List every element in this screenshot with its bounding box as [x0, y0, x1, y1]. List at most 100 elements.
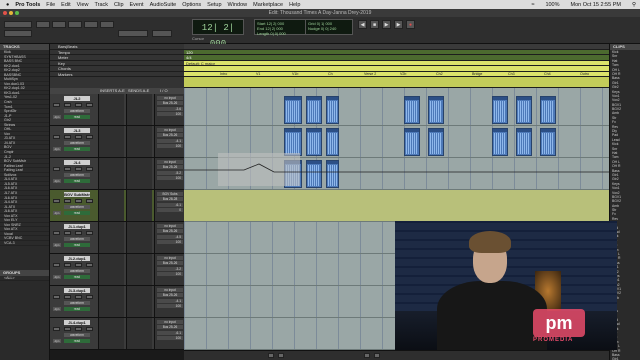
- dyn-button[interactable]: dyn: [53, 115, 61, 119]
- track-header[interactable]: BGV SubMstr waveform dyn read BGV Subs B…: [50, 190, 184, 222]
- audio-clip[interactable]: [326, 96, 339, 124]
- record-arm-button[interactable]: [53, 135, 60, 139]
- pan-value[interactable]: 100: [157, 112, 183, 116]
- selection-counter[interactable]: Start 12| 2| 000 End 12| 2| 000 Length 0…: [254, 19, 309, 36]
- dyn-button[interactable]: dyn: [53, 307, 61, 311]
- scroll-right-button[interactable]: [374, 353, 380, 358]
- input-selector[interactable]: no input: [157, 320, 183, 324]
- zoom-tool[interactable]: [36, 21, 50, 28]
- track-view-menu[interactable]: waveform: [64, 237, 90, 241]
- audio-clip[interactable]: [306, 96, 322, 124]
- inserts-column[interactable]: [98, 126, 124, 157]
- volume-value[interactable]: -5.2: [157, 171, 183, 175]
- input-selector[interactable]: no input: [157, 96, 183, 100]
- inserts-column[interactable]: [98, 222, 124, 253]
- audio-clip[interactable]: [540, 96, 556, 124]
- sends-column[interactable]: [126, 190, 152, 221]
- track-name[interactable]: JL4.dup1: [64, 320, 90, 325]
- audio-clip[interactable]: [516, 96, 532, 124]
- automation-mode[interactable]: read: [64, 307, 90, 311]
- track-header[interactable]: JL1.dup1 waveform dyn read no input Bus …: [50, 222, 184, 254]
- mute-button[interactable]: [75, 295, 82, 299]
- marker-label[interactable]: Ch2: [436, 72, 443, 76]
- search-icon[interactable]: ⚲: [632, 2, 636, 8]
- automation-mode[interactable]: read: [64, 211, 90, 215]
- input-selector[interactable]: BGV Subs: [157, 192, 183, 196]
- pencil-tool[interactable]: [100, 21, 114, 28]
- menu-view[interactable]: View: [77, 2, 89, 8]
- menu-window[interactable]: Window: [228, 2, 248, 8]
- inserts-column[interactable]: [98, 158, 124, 189]
- fast-forward-button[interactable]: ▶: [394, 20, 403, 29]
- track-header[interactable]: JL3.dup1 waveform dyn read no input Bus …: [50, 286, 184, 318]
- menu-track[interactable]: Track: [94, 2, 108, 8]
- marker-label[interactable]: Verse 2: [364, 72, 376, 76]
- track-view-selector[interactable]: [86, 295, 93, 299]
- pan-value[interactable]: 100: [157, 144, 183, 148]
- record-arm-button[interactable]: [53, 103, 60, 107]
- ruler-label-markers[interactable]: Markers: [50, 72, 184, 77]
- output-selector[interactable]: Bus 28-28: [157, 197, 183, 201]
- output-selector[interactable]: Bus 25-26: [157, 261, 183, 265]
- track-name[interactable]: JL2: [64, 96, 90, 101]
- volume-value[interactable]: -3.6: [157, 107, 183, 111]
- output-selector[interactable]: Bus 25-26: [157, 293, 183, 297]
- link-button[interactable]: [152, 30, 172, 37]
- volume-value[interactable]: -4.1: [157, 139, 183, 143]
- inserts-column[interactable]: [98, 286, 124, 317]
- minimize-window-button[interactable]: [9, 11, 13, 15]
- track-timeline-header[interactable]: [184, 77, 609, 88]
- record-arm-button[interactable]: [53, 231, 60, 235]
- inserts-column[interactable]: [98, 94, 124, 125]
- dyn-button[interactable]: dyn: [53, 243, 61, 247]
- pan-value[interactable]: 100: [157, 336, 183, 340]
- volume-value[interactable]: -6.1: [157, 331, 183, 335]
- menu-event[interactable]: Event: [130, 2, 144, 8]
- marker-label[interactable]: V1b: [292, 72, 298, 76]
- marker-label[interactable]: V1: [256, 72, 260, 76]
- track-view-menu[interactable]: waveform: [64, 109, 90, 113]
- group-item-all[interactable]: <ALL>: [0, 276, 49, 281]
- track-name[interactable]: JL3: [64, 128, 90, 133]
- inserts-column[interactable]: [98, 190, 124, 221]
- volume-value[interactable]: -4.1: [157, 299, 183, 303]
- record-arm-button[interactable]: [53, 263, 60, 267]
- main-counter[interactable]: 12| 2| 000: [192, 19, 244, 49]
- sends-column[interactable]: [126, 286, 152, 317]
- mute-button[interactable]: [75, 263, 82, 267]
- battery-level[interactable]: 100%: [545, 2, 559, 8]
- track-name[interactable]: JL1.dup1: [64, 224, 90, 229]
- track-name[interactable]: JL3.dup1: [64, 288, 90, 293]
- automation-mode[interactable]: read: [64, 147, 90, 151]
- track-name[interactable]: JL2.dup1: [64, 256, 90, 261]
- pan-value[interactable]: 100: [157, 304, 183, 308]
- volume-value[interactable]: -4.5: [157, 235, 183, 239]
- dyn-button[interactable]: dyn: [53, 211, 61, 215]
- grabber-tool[interactable]: [84, 21, 98, 28]
- output-selector[interactable]: Bus 25-26: [157, 165, 183, 169]
- automation-mode[interactable]: read: [64, 179, 90, 183]
- scroll-left-button[interactable]: [364, 353, 370, 358]
- dyn-button[interactable]: dyn: [53, 179, 61, 183]
- output-selector[interactable]: Bus 25-26: [157, 229, 183, 233]
- sends-column[interactable]: [126, 158, 152, 189]
- menu-setup[interactable]: Setup: [207, 2, 221, 8]
- marker-label[interactable]: V2b: [400, 72, 406, 76]
- output-selector[interactable]: Bus 25-26: [157, 101, 183, 105]
- solo-button[interactable]: [64, 167, 71, 171]
- track-view-menu[interactable]: waveform: [64, 205, 90, 209]
- pan-value[interactable]: 100: [157, 176, 183, 180]
- input-selector[interactable]: no input: [157, 160, 183, 164]
- marker-label[interactable]: Ch4: [544, 72, 551, 76]
- track-view-selector[interactable]: [86, 135, 93, 139]
- audio-clip[interactable]: [404, 96, 420, 124]
- sends-column[interactable]: [126, 126, 152, 157]
- mute-button[interactable]: [75, 135, 82, 139]
- grid-nudge-counter[interactable]: Grid 0| 1| 000 Nudge 0| 0| 240: [305, 19, 353, 35]
- sends-column[interactable]: [126, 94, 152, 125]
- audio-clip[interactable]: [284, 96, 302, 124]
- mute-button[interactable]: [75, 103, 82, 107]
- input-selector[interactable]: no input: [157, 224, 183, 228]
- track-lane[interactable]: [184, 190, 609, 222]
- solo-button[interactable]: [64, 135, 71, 139]
